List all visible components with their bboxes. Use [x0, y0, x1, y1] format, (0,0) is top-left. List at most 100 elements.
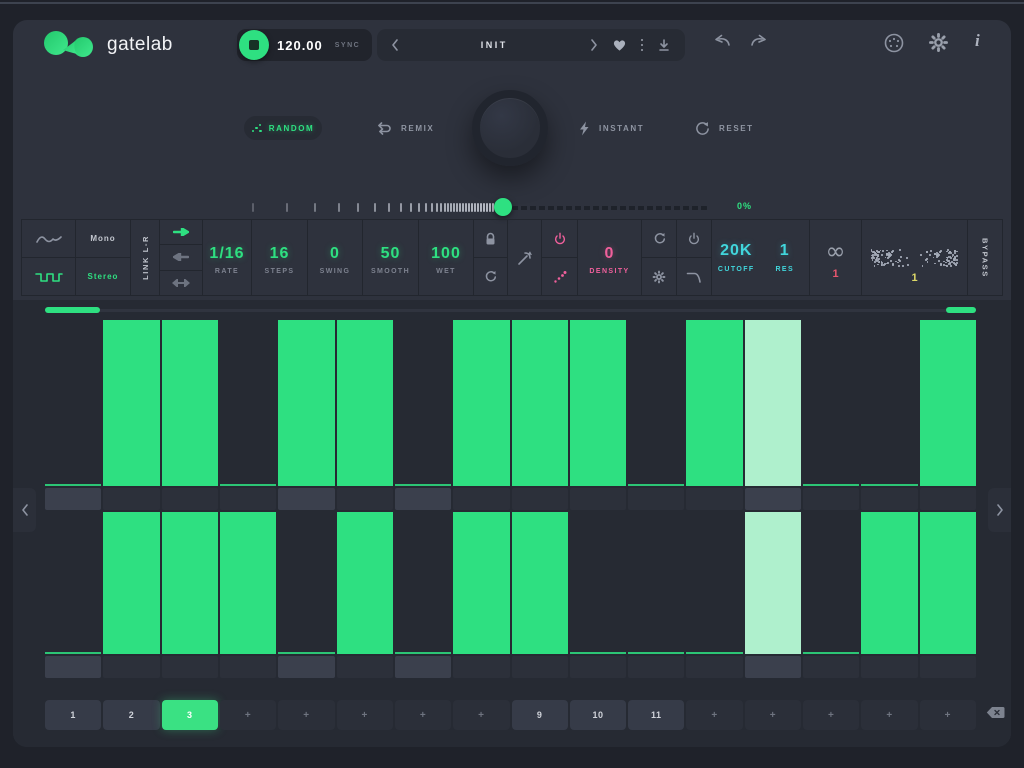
gate-step[interactable]	[628, 320, 684, 486]
reset-button[interactable]: RESET	[695, 121, 754, 136]
gate-step[interactable]	[570, 512, 626, 654]
wet-control[interactable]: 100 WET	[419, 220, 474, 295]
stereo-button[interactable]: Stereo	[76, 257, 130, 295]
step-handle[interactable]	[628, 656, 684, 678]
gate-step[interactable]	[395, 320, 451, 486]
step-handle[interactable]	[45, 488, 101, 510]
gate-step[interactable]	[162, 512, 218, 654]
remix-button[interactable]: REMIX	[375, 121, 434, 135]
step-handle[interactable]	[278, 656, 334, 678]
pattern-button[interactable]: 2	[103, 700, 159, 730]
sync-label[interactable]: SYNC	[335, 42, 360, 49]
step-handle[interactable]	[162, 656, 218, 678]
step-handle[interactable]	[395, 656, 451, 678]
pattern-add-button[interactable]: +	[803, 700, 859, 730]
bpm-display[interactable]: 120.00	[277, 38, 323, 53]
step-handle[interactable]	[861, 488, 917, 510]
gate-step[interactable]	[920, 320, 976, 486]
gate-step[interactable]	[686, 512, 742, 654]
pattern-add-button[interactable]: +	[278, 700, 334, 730]
infinity-control[interactable]: ∞ 1	[810, 220, 862, 295]
step-handle[interactable]	[628, 488, 684, 510]
step-handle[interactable]	[570, 488, 626, 510]
step-handle[interactable]	[686, 488, 742, 510]
step-handle[interactable]	[512, 656, 568, 678]
swing-control[interactable]: 0 SWING	[308, 220, 363, 295]
variation-slider[interactable]	[250, 196, 710, 218]
settings-gear-icon[interactable]	[928, 32, 949, 53]
pattern-button[interactable]: 9	[512, 700, 568, 730]
pattern-button[interactable]: 3	[162, 700, 218, 730]
step-handle[interactable]	[861, 656, 917, 678]
step-handle[interactable]	[570, 656, 626, 678]
midi-icon[interactable]	[883, 32, 905, 54]
gate-step[interactable]	[220, 512, 276, 654]
rate-control[interactable]: 1/16 RATE	[203, 220, 252, 295]
step-handle[interactable]	[803, 656, 859, 678]
step-handle[interactable]	[162, 488, 218, 510]
pattern-add-button[interactable]: +	[861, 700, 917, 730]
link-lr-button[interactable]: LINK L-R	[131, 220, 160, 295]
res-control[interactable]: 1 RES	[761, 220, 810, 295]
step-handle[interactable]	[103, 488, 159, 510]
gate-step[interactable]	[570, 320, 626, 486]
gate-step[interactable]	[686, 320, 742, 486]
gate-step[interactable]	[45, 512, 101, 654]
gate-step[interactable]	[920, 512, 976, 654]
preset-next-button[interactable]	[590, 39, 598, 51]
pattern-add-button[interactable]: +	[686, 700, 742, 730]
gate-step[interactable]	[162, 320, 218, 486]
gate-step[interactable]	[861, 512, 917, 654]
step-handle[interactable]	[337, 656, 393, 678]
step-handle[interactable]	[337, 488, 393, 510]
variation-knob[interactable]	[472, 90, 548, 166]
direction-forward-button[interactable]	[160, 220, 202, 244]
reload-icon[interactable]	[474, 257, 507, 295]
gate-step[interactable]	[278, 512, 334, 654]
step-handle[interactable]	[453, 488, 509, 510]
square-shape-button[interactable]	[22, 257, 75, 295]
undo-icon[interactable]	[713, 34, 732, 47]
steps-control[interactable]: 16 STEPS	[252, 220, 308, 295]
pattern-add-button[interactable]: +	[920, 700, 976, 730]
gate-step[interactable]	[278, 320, 334, 486]
preset-prev-button[interactable]	[391, 39, 399, 51]
pattern-button[interactable]: 1	[45, 700, 101, 730]
step-handle[interactable]	[686, 656, 742, 678]
gate-step[interactable]	[745, 320, 801, 486]
lock-icon[interactable]	[474, 220, 507, 257]
preset-menu-icon[interactable]	[641, 39, 644, 52]
gate-step[interactable]	[628, 512, 684, 654]
filter-gear-icon[interactable]	[642, 257, 676, 295]
direction-pingpong-button[interactable]	[160, 270, 202, 295]
info-icon[interactable]: i	[975, 31, 980, 51]
step-handle[interactable]	[920, 488, 976, 510]
slider-thumb[interactable]	[494, 198, 512, 216]
gate-step[interactable]	[220, 320, 276, 486]
backspace-delete-icon[interactable]	[986, 706, 1005, 719]
catapult-icon[interactable]	[517, 250, 533, 266]
pattern-add-button[interactable]: +	[220, 700, 276, 730]
step-handle[interactable]	[45, 656, 101, 678]
bypass-button[interactable]: BYPASS	[968, 220, 1003, 295]
stop-button[interactable]	[239, 30, 269, 60]
favorite-heart-icon[interactable]	[612, 38, 627, 52]
step-handle[interactable]	[395, 488, 451, 510]
page-prev-tab[interactable]	[13, 488, 36, 532]
pattern-add-button[interactable]: +	[395, 700, 451, 730]
step-handle[interactable]	[453, 656, 509, 678]
density-dots-icon[interactable]	[542, 257, 577, 295]
smooth-control[interactable]: 50 SMOOTH	[363, 220, 419, 295]
gate-step[interactable]	[45, 320, 101, 486]
gate-step[interactable]	[745, 512, 801, 654]
step-handle[interactable]	[920, 656, 976, 678]
step-handle[interactable]	[803, 488, 859, 510]
filter-slope-icon[interactable]	[677, 257, 711, 295]
step-handle[interactable]	[512, 488, 568, 510]
noise-control[interactable]: 1	[862, 220, 968, 295]
step-handle[interactable]	[278, 488, 334, 510]
step-handle[interactable]	[220, 656, 276, 678]
pattern-add-button[interactable]: +	[337, 700, 393, 730]
page-next-tab[interactable]	[988, 488, 1011, 532]
density-control[interactable]: 0 DENSITY	[578, 220, 642, 295]
